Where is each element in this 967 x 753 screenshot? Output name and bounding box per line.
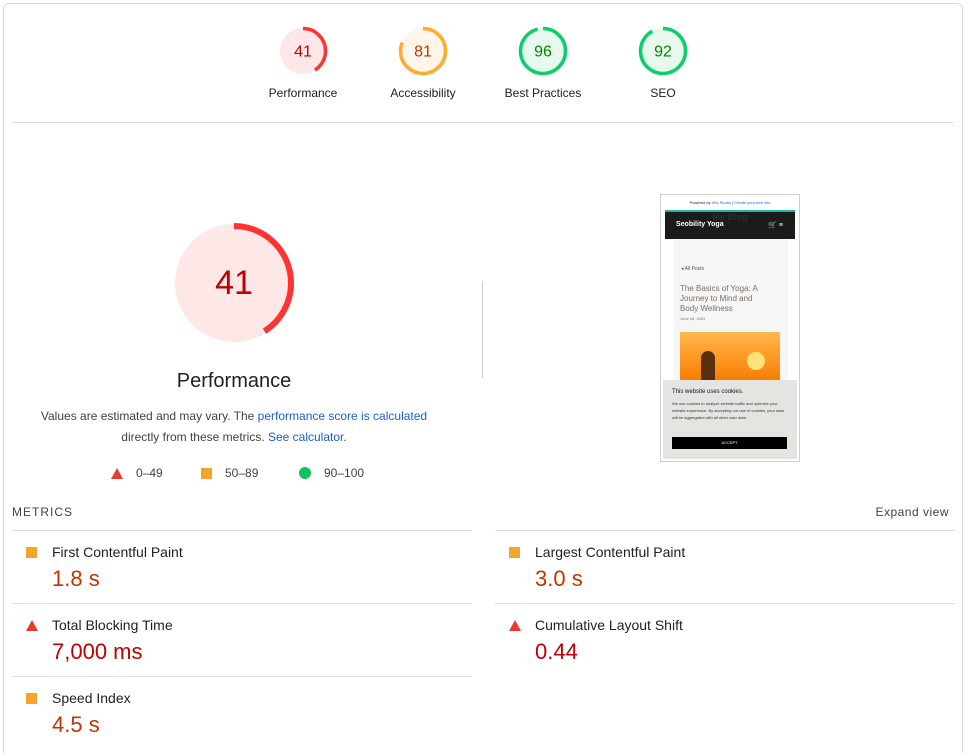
all-posts-link: ◂ All Posts	[681, 266, 705, 272]
triangle-icon	[26, 620, 38, 631]
cookie-title: This website uses cookies.	[672, 389, 744, 395]
legend-range: 0–49	[136, 466, 163, 480]
gauge-score: 92	[654, 44, 672, 61]
gauge-performance[interactable]: 41 Performance	[243, 26, 363, 100]
powered-by-bar: Powered by Wix Studio | Create your free…	[689, 200, 771, 205]
legend-range: 50–89	[225, 466, 259, 480]
gauge-ring-seo: 92	[638, 26, 688, 76]
legend-range: 90–100	[324, 466, 365, 480]
performance-score-link[interactable]: performance score is calculated	[258, 409, 427, 423]
performance-title: Performance	[176, 370, 292, 392]
legend-pass: 90–100	[299, 466, 364, 480]
see-calculator-link[interactable]: See calculator	[268, 430, 343, 444]
vertical-divider	[482, 281, 483, 378]
post-title: The Basics of Yoga: A Journey to Mind an…	[680, 284, 758, 313]
post-image	[680, 332, 780, 382]
circle-icon	[299, 467, 311, 479]
triangle-icon	[111, 467, 123, 479]
performance-description: Values are estimated and may vary. The p…	[20, 406, 448, 448]
gauge-label: Performance	[268, 86, 338, 100]
square-icon	[26, 547, 37, 558]
metric-name: First Contentful Paint	[52, 544, 183, 560]
metric-name: Speed Index	[52, 690, 131, 706]
metric-value: 4.5 s	[52, 712, 100, 737]
powered-by-text: Powered by	[689, 200, 712, 205]
gauge-ring-best-practices: 96	[518, 26, 568, 76]
gauge-label: SEO	[650, 86, 676, 100]
expand-view-toggle[interactable]: Expand view	[875, 505, 949, 519]
gauge-score: 81	[414, 44, 432, 61]
desc-text: Values are estimated and may vary. The	[40, 409, 258, 423]
metric-name: Total Blocking Time	[52, 617, 173, 633]
performance-score: 41	[215, 264, 253, 302]
square-icon	[26, 693, 37, 704]
metric-value: 1.8 s	[52, 566, 100, 591]
legend-average: 50–89	[201, 466, 258, 480]
desc-text: .	[343, 430, 347, 444]
gauge-label: Accessibility	[390, 86, 456, 100]
cart-menu-icon: 🛒 ≡	[768, 222, 783, 229]
accept-button: ACCEPT	[672, 437, 787, 449]
gauge-accessibility[interactable]: 81 Accessibility	[363, 26, 483, 100]
post-date: June 28, 2024	[680, 316, 706, 321]
gauge-ring-accessibility: 81	[398, 26, 448, 76]
gauge-score: 96	[534, 44, 552, 61]
final-screenshot[interactable]: Powered by Wix Studio | Create your free…	[660, 194, 800, 462]
site-brand: Seobility Yoga	[676, 221, 724, 228]
metric-divider	[495, 530, 955, 531]
desc-text: directly from these metrics.	[121, 430, 268, 444]
metric-divider	[12, 603, 472, 604]
cookie-text: We use cookies to analyze website traffi…	[672, 401, 784, 420]
metric-divider	[495, 603, 955, 604]
triangle-icon	[509, 620, 521, 631]
gauge-seo[interactable]: 92 SEO	[603, 26, 723, 100]
metric-name: Cumulative Layout Shift	[535, 617, 683, 633]
header-divider	[12, 122, 954, 123]
metric-divider	[12, 530, 472, 531]
metric-value: 0.44	[535, 639, 578, 664]
gauge-ring-performance: 41	[278, 26, 328, 76]
metrics-heading: METRICS	[12, 505, 73, 519]
square-icon	[201, 467, 212, 479]
sun-shape	[747, 352, 765, 370]
gauge-best-practices[interactable]: 96 Best Practices	[483, 26, 603, 100]
legend-fail: 0–49	[111, 466, 163, 480]
metric-divider	[12, 676, 472, 677]
wix-text: Wix Studio	[711, 200, 731, 205]
metric-name: Largest Contentful Paint	[535, 544, 686, 560]
square-icon	[509, 547, 520, 558]
gauge-score: 41	[294, 44, 312, 61]
metric-value: 7,000 ms	[52, 639, 143, 664]
performance-gauge: 41	[174, 223, 294, 343]
create-site-text: Create your free site	[734, 200, 771, 205]
metric-value: 3.0 s	[535, 566, 583, 591]
gauge-label: Best Practices	[504, 86, 582, 100]
meditating-figure	[701, 351, 715, 382]
